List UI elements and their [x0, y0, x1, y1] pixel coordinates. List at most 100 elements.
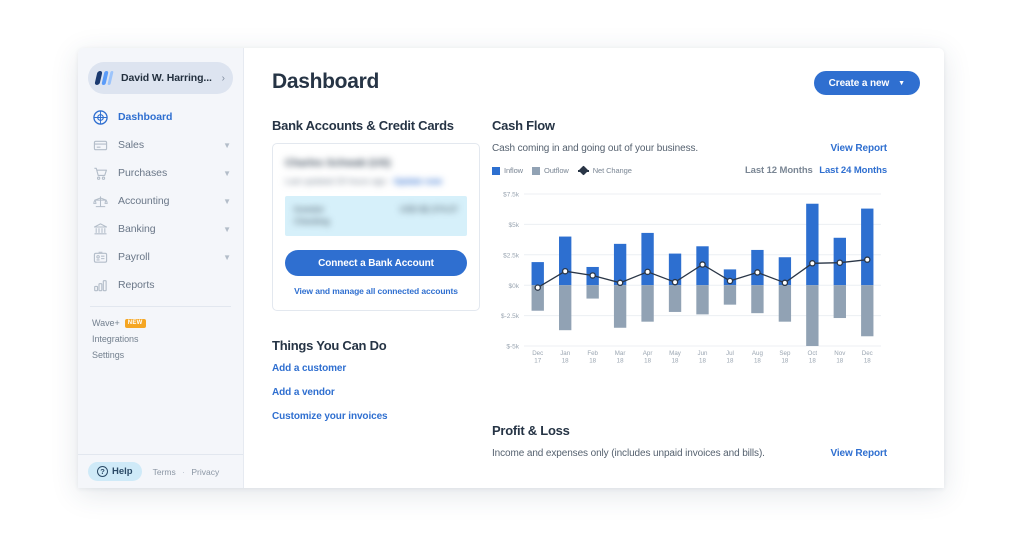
sidebar-item-payroll[interactable]: Payroll ▼ — [78, 243, 243, 271]
app-window: David W. Harring... › Dashboard Sales ▼ — [78, 48, 944, 488]
sidebar-item-banking[interactable]: Banking ▼ — [78, 215, 243, 243]
range-last-24-months[interactable]: Last 24 Months — [819, 165, 887, 176]
profile-name: David W. Harring... — [121, 72, 212, 84]
badge-icon — [92, 249, 109, 266]
sidebar: David W. Harring... › Dashboard Sales ▼ — [78, 48, 244, 488]
legend-item-net-change[interactable]: Net Change — [577, 165, 632, 176]
svg-text:Dec: Dec — [862, 350, 873, 357]
sidebar-item-label: Purchases — [118, 167, 168, 179]
svg-text:Sep: Sep — [779, 350, 791, 357]
svg-text:18: 18 — [562, 358, 569, 365]
sidebar-item-wave-plus[interactable]: Wave+ NEW — [78, 315, 243, 331]
sidebar-footer: ? Help Terms · Privacy — [78, 454, 243, 488]
svg-text:18: 18 — [672, 358, 679, 365]
svg-text:18: 18 — [809, 358, 816, 365]
svg-text:18: 18 — [617, 358, 624, 365]
bar-chart-icon — [92, 277, 109, 294]
svg-text:$-5k: $-5k — [506, 344, 519, 351]
cash-flow-subheader: Cash coming in and going out of your bus… — [492, 143, 887, 154]
profit-loss-view-report-link[interactable]: View Report — [830, 448, 887, 459]
bank-account-amount: USD $2,374.07 — [399, 204, 458, 215]
sidebar-mini-label: Integrations — [92, 334, 139, 344]
terms-link[interactable]: Terms — [153, 467, 176, 477]
privacy-link[interactable]: Privacy — [191, 467, 219, 477]
bank-status-prefix: Last updated 20 hours ago · — [285, 176, 394, 186]
cash-flow-controls: Inflow Outflow Net Change Last 12 Months… — [492, 165, 887, 176]
cash-flow-subtitle: Cash coming in and going out of your bus… — [492, 143, 699, 154]
sidebar-mini-label: Settings — [92, 350, 125, 360]
svg-text:Oct: Oct — [808, 350, 818, 357]
connect-bank-account-button[interactable]: Connect a Bank Account — [285, 250, 467, 277]
bank-update-now-link[interactable]: Update now — [394, 176, 442, 186]
cash-flow-chart-svg[interactable]: $7.5k$5k$2.5k$0k$-2.5k$-5kDec17Jan18Feb1… — [492, 188, 887, 370]
svg-text:$5k: $5k — [509, 222, 520, 229]
bank-account-name: Investor Checking — [294, 204, 330, 227]
chevron-down-icon: ▼ — [223, 140, 231, 150]
sidebar-item-label: Reports — [118, 279, 155, 291]
manage-accounts-link[interactable]: View and manage all connected accounts — [285, 286, 467, 296]
add-a-vendor-link[interactable]: Add a vendor — [272, 387, 480, 398]
question-circle-icon: ? — [97, 466, 108, 477]
legend-label: Outflow — [544, 166, 569, 175]
scales-icon — [92, 193, 109, 210]
legend-label: Net Change — [592, 166, 632, 175]
create-a-new-button[interactable]: Create a new ▼ — [813, 71, 920, 95]
outflow-swatch — [532, 166, 540, 175]
bank-icon — [92, 221, 109, 238]
svg-text:18: 18 — [781, 358, 788, 365]
cash-flow-heading: Cash Flow — [492, 118, 555, 133]
main-content: Dashboard Create a new ▼ Bank Accounts &… — [244, 48, 944, 488]
legend-item-inflow[interactable]: Inflow — [492, 166, 523, 175]
sidebar-item-sales[interactable]: Sales ▼ — [78, 131, 243, 159]
svg-text:17: 17 — [534, 358, 541, 365]
legend-item-outflow[interactable]: Outflow — [532, 166, 569, 175]
chevron-down-icon: ▼ — [223, 252, 231, 262]
add-a-customer-link[interactable]: Add a customer — [272, 363, 480, 374]
chevron-right-icon: › — [221, 72, 225, 84]
svg-text:18: 18 — [864, 358, 871, 365]
sidebar-item-purchases[interactable]: Purchases ▼ — [78, 159, 243, 187]
svg-text:Nov: Nov — [834, 350, 846, 357]
svg-text:18: 18 — [754, 358, 761, 365]
cash-flow-view-report-link[interactable]: View Report — [830, 143, 887, 154]
svg-text:$7.5k: $7.5k — [503, 192, 520, 199]
svg-text:18: 18 — [589, 358, 596, 365]
bank-account-row[interactable]: Investor Checking USD $2,374.07 — [285, 196, 467, 237]
things-you-can-do-section: Things You Can Do Add a customer Add a v… — [272, 338, 480, 422]
customize-invoices-link[interactable]: Customize your invoices — [272, 411, 480, 422]
help-button[interactable]: ? Help — [88, 462, 142, 481]
svg-text:Jul: Jul — [726, 350, 734, 357]
chevron-down-icon: ▼ — [223, 168, 231, 178]
range-last-12-months[interactable]: Last 12 Months — [745, 165, 813, 176]
sidebar-item-integrations[interactable]: Integrations — [78, 331, 243, 347]
sidebar-item-accounting[interactable]: Accounting ▼ — [78, 187, 243, 215]
dashboard-icon — [92, 109, 109, 126]
footer-separator: · — [182, 466, 185, 477]
sidebar-mini-label: Wave+ — [92, 318, 120, 328]
sidebar-item-settings[interactable]: Settings — [78, 347, 243, 363]
svg-text:Feb: Feb — [587, 350, 598, 357]
help-label: Help — [112, 466, 133, 477]
svg-text:$0k: $0k — [509, 283, 520, 290]
sidebar-divider — [90, 306, 231, 307]
footer-links: Terms · Privacy — [153, 467, 220, 477]
bank-account-card: Charles Schwab (US) Last updated 20 hour… — [272, 143, 480, 312]
svg-text:Jan: Jan — [560, 350, 571, 357]
sidebar-item-label: Sales — [118, 139, 145, 151]
sidebar-item-label: Accounting — [118, 195, 170, 207]
bank-section-heading: Bank Accounts & Credit Cards — [272, 118, 454, 133]
sidebar-item-label: Payroll — [118, 251, 150, 263]
sidebar-item-reports[interactable]: Reports — [78, 271, 243, 299]
bank-status-text: Last updated 20 hours ago · Update now — [285, 176, 467, 187]
chart-legend: Inflow Outflow Net Change — [492, 165, 641, 176]
sidebar-nav: Dashboard Sales ▼ Purchases ▼ Accounting… — [78, 103, 243, 363]
sidebar-item-dashboard[interactable]: Dashboard — [78, 103, 243, 131]
profit-loss-section: Profit & Loss Income and expenses only (… — [492, 423, 887, 459]
svg-text:18: 18 — [644, 358, 651, 365]
cash-flow-chart[interactable]: $7.5k $5k $2.5k $0k $-2.5k $-5k Dec 17 Jan 18 Feb 1… — [492, 188, 887, 370]
inflow-swatch — [492, 166, 500, 175]
card-icon — [92, 137, 109, 154]
bank-institution-name: Charles Schwab (US) — [285, 157, 391, 169]
legend-label: Inflow — [504, 166, 523, 175]
profile-switcher[interactable]: David W. Harring... › — [88, 62, 233, 94]
